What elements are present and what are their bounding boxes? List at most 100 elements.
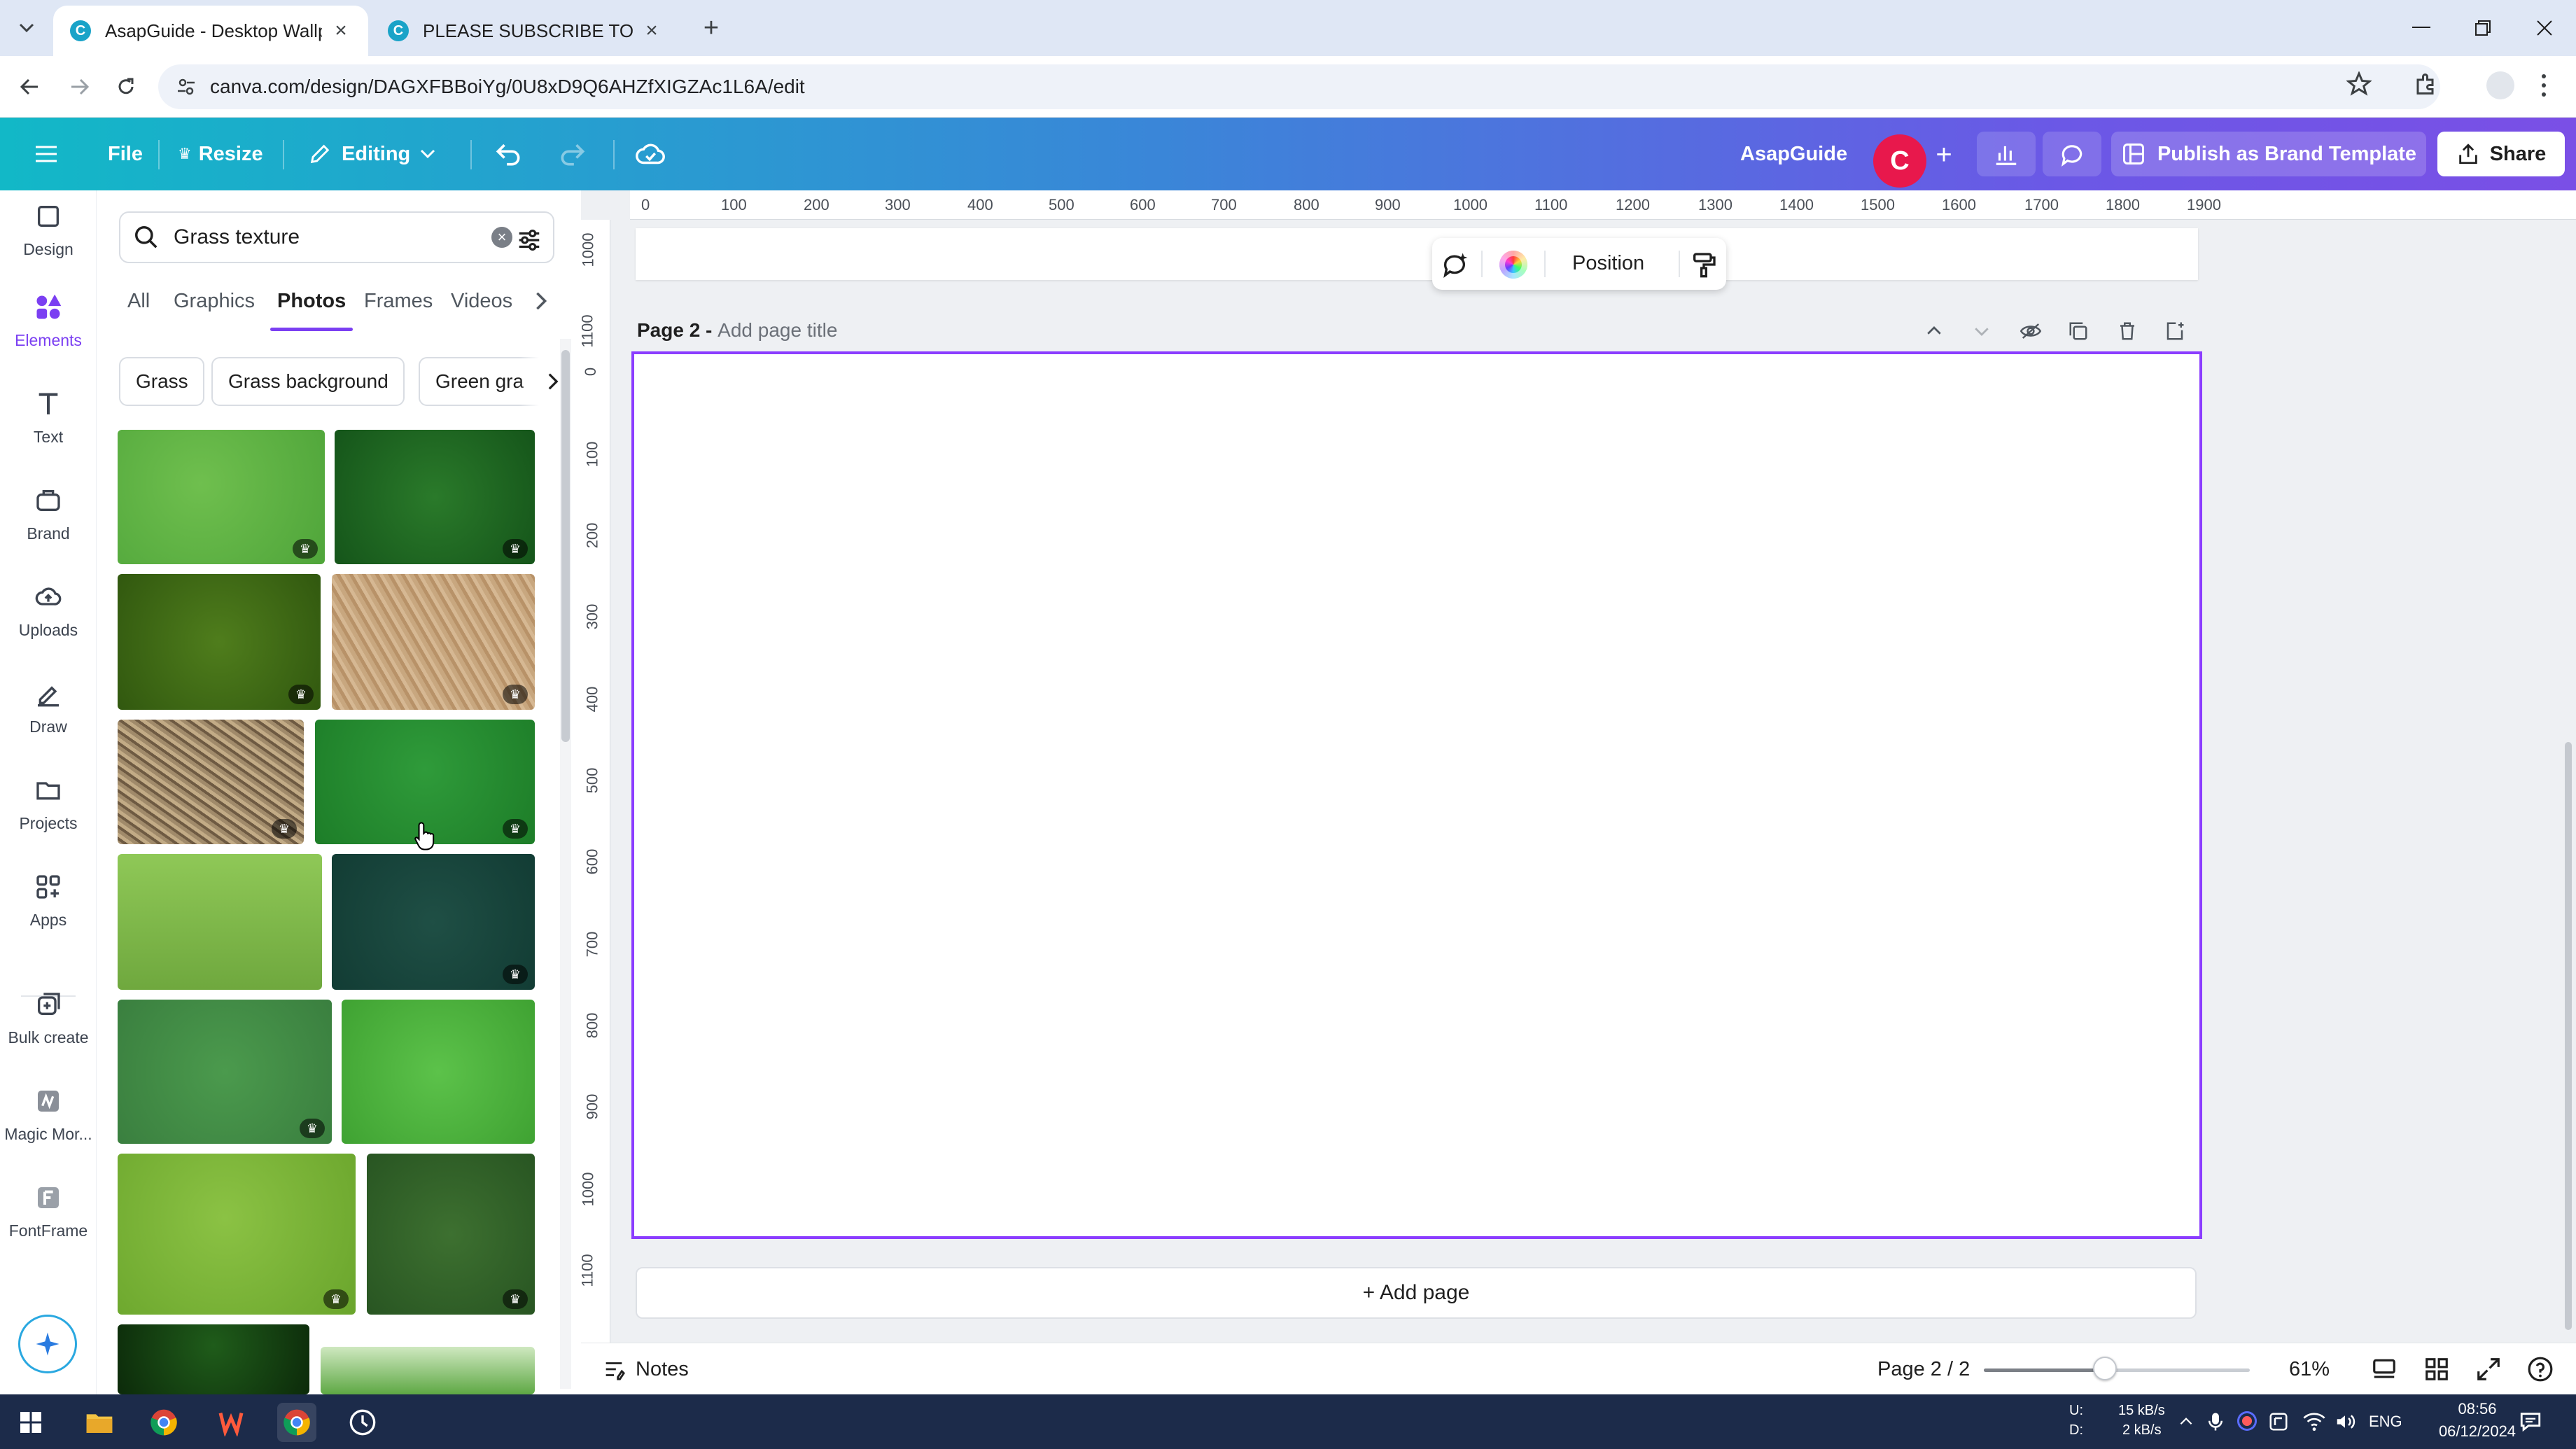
color-picker-button[interactable] xyxy=(1499,251,1527,279)
extensions-icon[interactable] xyxy=(2414,71,2439,97)
close-tab-icon[interactable]: × xyxy=(641,19,662,42)
filter-button[interactable] xyxy=(515,227,543,253)
search-input[interactable]: Grass texture × xyxy=(119,211,554,263)
comments-button[interactable] xyxy=(2043,132,2101,176)
zoom-slider-handle[interactable] xyxy=(2093,1357,2117,1380)
photo-result[interactable]: ♛ xyxy=(335,430,535,564)
pages-view-icon[interactable] xyxy=(2370,1356,2398,1382)
file-explorer-taskbar-icon[interactable] xyxy=(80,1403,119,1442)
browser-tab[interactable]: C PLEASE SUBSCRIBE TO THIS CH × xyxy=(371,6,679,56)
photo-result[interactable] xyxy=(118,1324,309,1394)
photo-result[interactable]: ♛ xyxy=(118,430,325,564)
photo-result[interactable]: ♛ xyxy=(118,1154,356,1315)
publish-brand-template-button[interactable]: Publish as Brand Template xyxy=(2111,132,2426,176)
tab-all[interactable]: All xyxy=(127,290,150,313)
editing-mode-dropdown[interactable]: Editing xyxy=(308,118,435,190)
photo-result[interactable]: ♛ xyxy=(367,1154,535,1315)
wifi-icon[interactable] xyxy=(2303,1411,2325,1432)
invite-button[interactable]: + xyxy=(1928,139,1960,171)
fullscreen-icon[interactable] xyxy=(2475,1356,2502,1382)
share-button[interactable]: Share xyxy=(2437,132,2565,176)
back-button[interactable] xyxy=(8,66,50,108)
rail-item-fontframe[interactable]: FontFrame xyxy=(0,1165,97,1256)
tab-graphics[interactable]: Graphics xyxy=(174,290,255,313)
new-tab-button[interactable]: + xyxy=(697,13,725,43)
forward-button[interactable] xyxy=(59,66,101,108)
redo-button[interactable] xyxy=(557,139,588,169)
previous-page-bottom[interactable] xyxy=(636,228,2198,280)
clear-search-icon[interactable]: × xyxy=(491,227,512,248)
delete-page-icon[interactable] xyxy=(2117,321,2138,342)
profile-avatar[interactable] xyxy=(2486,71,2514,99)
main-menu-button[interactable] xyxy=(31,141,62,167)
tray-app-icon[interactable] xyxy=(2237,1411,2257,1431)
browser-tab-active[interactable]: C AsapGuide - Desktop Wallpape × xyxy=(53,6,368,56)
chip-grass-background[interactable]: Grass background xyxy=(211,357,405,406)
notifications-icon[interactable] xyxy=(2519,1410,2542,1434)
add-page-icon[interactable] xyxy=(2164,321,2185,342)
photo-result[interactable]: ♛ xyxy=(118,574,321,710)
undo-button[interactable] xyxy=(493,139,524,169)
volume-icon[interactable] xyxy=(2334,1411,2356,1432)
tray-chevron-up-icon[interactable] xyxy=(2177,1413,2195,1431)
chrome-active-taskbar-icon[interactable] xyxy=(277,1403,316,1442)
site-info-icon[interactable] xyxy=(176,77,196,97)
rail-item-elements[interactable]: Elements xyxy=(0,274,97,365)
url-bar[interactable]: canva.com/design/DAGXFBBoiYg/0U8xD9Q6AHZ… xyxy=(158,64,2440,109)
tab-videos[interactable]: Videos xyxy=(451,290,512,313)
app-taskbar-icon[interactable] xyxy=(211,1403,251,1442)
photo-result[interactable]: ♛ xyxy=(118,1000,332,1144)
hide-page-icon[interactable] xyxy=(2019,321,2043,342)
move-page-up-icon[interactable] xyxy=(1924,321,1945,342)
microphone-icon[interactable] xyxy=(2205,1411,2226,1432)
canvas-scrollbar[interactable] xyxy=(2565,742,2572,1330)
rail-item-design[interactable]: Design xyxy=(0,190,97,267)
workspace-name[interactable]: AsapGuide xyxy=(1740,118,1847,190)
tray-app-icon[interactable] xyxy=(2268,1411,2289,1432)
rail-item-bulk-create[interactable]: Bulk create xyxy=(0,972,97,1063)
chrome-taskbar-icon[interactable] xyxy=(144,1403,183,1442)
bookmark-star-icon[interactable] xyxy=(2346,71,2372,97)
tab-photos[interactable]: Photos xyxy=(277,290,346,313)
photo-result[interactable]: ♛ xyxy=(332,574,535,710)
magic-assistant-button[interactable] xyxy=(18,1315,77,1373)
insights-button[interactable] xyxy=(1977,132,2036,176)
duplicate-page-icon[interactable] xyxy=(2068,321,2089,342)
rail-item-apps[interactable]: Apps xyxy=(0,854,97,945)
chips-scroll-right-button[interactable] xyxy=(519,357,559,406)
photo-result[interactable]: ♛ xyxy=(332,854,535,990)
start-button[interactable] xyxy=(11,1403,50,1442)
tabs-scroll-right-icon[interactable] xyxy=(535,291,547,311)
browser-menu-icon[interactable] xyxy=(2537,71,2551,99)
help-icon[interactable] xyxy=(2527,1356,2554,1382)
close-tab-icon[interactable]: × xyxy=(330,19,351,42)
design-page[interactable] xyxy=(631,351,2202,1239)
language-indicator[interactable]: ENG xyxy=(2369,1394,2402,1449)
rail-item-brand[interactable]: Brand xyxy=(0,468,97,559)
zoom-level[interactable]: 61% xyxy=(2289,1343,2330,1395)
minimize-button[interactable] xyxy=(2390,0,2453,56)
cloud-save-status[interactable] xyxy=(634,139,666,171)
page-title-input[interactable]: Add page title xyxy=(718,319,837,341)
close-window-button[interactable] xyxy=(2513,0,2576,56)
rail-item-projects[interactable]: Projects xyxy=(0,757,97,848)
rail-item-magic-morph[interactable]: Magic Mor... xyxy=(0,1068,97,1159)
add-page-button[interactable]: + Add page xyxy=(636,1267,2197,1319)
photo-result[interactable]: ♛ xyxy=(118,720,304,844)
grid-view-icon[interactable] xyxy=(2423,1356,2450,1382)
tab-frames[interactable]: Frames xyxy=(364,290,433,313)
clock-app-taskbar-icon[interactable] xyxy=(343,1403,382,1442)
copy-style-button[interactable] xyxy=(1690,251,1718,279)
panel-scrollbar-thumb[interactable] xyxy=(561,350,570,742)
user-avatar[interactable]: C xyxy=(1873,134,1926,188)
photo-result[interactable] xyxy=(118,854,322,990)
clock[interactable]: 08:56 06/12/2024 xyxy=(2432,1399,2523,1445)
position-button[interactable]: Position xyxy=(1572,252,1644,275)
notes-button[interactable]: Notes xyxy=(602,1343,689,1395)
rail-item-text[interactable]: Text xyxy=(0,371,97,462)
rail-item-draw[interactable]: Draw xyxy=(0,661,97,752)
reload-button[interactable] xyxy=(105,66,147,108)
tab-list-dropdown[interactable] xyxy=(13,14,41,42)
photo-result[interactable] xyxy=(342,1000,535,1144)
move-page-down-icon[interactable] xyxy=(1971,321,1992,342)
